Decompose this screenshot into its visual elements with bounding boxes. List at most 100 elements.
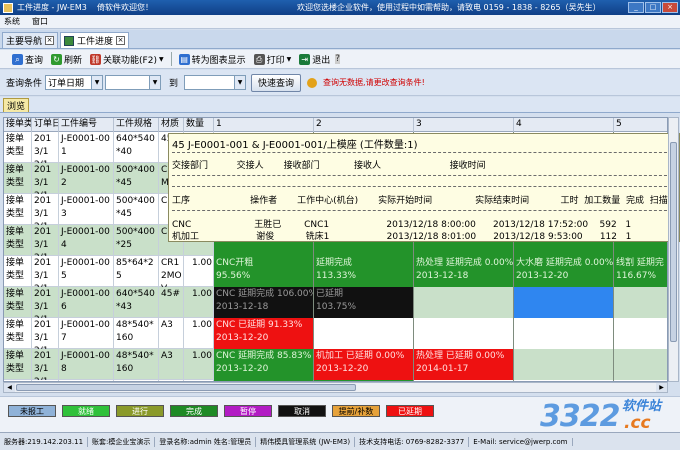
quick-search-label: 快速查询 bbox=[258, 79, 295, 89]
process-cell[interactable]: 大水磨 延期完成 0.00% 2013-12-20 bbox=[514, 256, 614, 287]
table-row[interactable]: 接单类型2013/12/1J-E0001-006640*540*4345#1.0… bbox=[4, 287, 667, 318]
process-date: 2013-12-20 bbox=[216, 333, 269, 343]
popup-header: 45 J-E0001-001 & J-E0001-001/上模座 (工件数量:1… bbox=[172, 140, 418, 151]
query-field-select[interactable]: 订单日期 ▼ bbox=[45, 75, 104, 90]
process-cell[interactable]: 机加工 已延期 0.00% 2013-12-20 bbox=[314, 349, 414, 380]
legend-item: 就绪 bbox=[62, 405, 110, 417]
grid-header-row: 接单类 订单日 工件编号 工件规格 材质 数量 1 2 3 4 5 bbox=[4, 118, 667, 132]
date-from-select[interactable]: ▼ bbox=[105, 75, 162, 90]
table-row[interactable]: 接单类型2013/12/1J-E0001-00748*540*160A31.00… bbox=[4, 318, 667, 349]
minimize-icon[interactable]: _ bbox=[628, 2, 644, 13]
column-header[interactable]: 5 bbox=[614, 118, 667, 132]
legend-item: 完成 bbox=[170, 405, 218, 417]
chevron-down-icon: ▼ bbox=[234, 76, 246, 89]
menu-item-window[interactable]: 窗口 bbox=[32, 16, 48, 27]
close-icon[interactable]: × bbox=[662, 2, 678, 13]
process-cell[interactable]: 已延期 103.75% bbox=[314, 287, 414, 318]
toolbar: ⌕ 查询 ↻ 刷新 ⛓ 关联功能(F2) ▼ ▤ 转为图表显示 ⎙ 打印 ▼ ⇥… bbox=[0, 50, 680, 69]
cell-no: J-E0001-003 bbox=[59, 194, 114, 225]
cell-spec: 500*400*25 bbox=[114, 225, 159, 256]
process-cell[interactable] bbox=[514, 349, 614, 380]
vertical-scrollbar[interactable] bbox=[668, 117, 679, 382]
cell-date: 2013/12/1 bbox=[32, 132, 59, 163]
tab-main-navigation[interactable]: 主要导航 × bbox=[2, 32, 59, 48]
scroll-left-icon[interactable]: ◀ bbox=[4, 383, 15, 392]
column-header[interactable]: 材质 bbox=[159, 118, 184, 132]
legend-item: 取消 bbox=[278, 405, 326, 417]
process-cell[interactable] bbox=[514, 287, 614, 318]
cell-no: J-E0001-007 bbox=[59, 318, 114, 349]
maximize-icon[interactable]: □ bbox=[645, 2, 661, 13]
cell-date: 2013/12/1 bbox=[32, 318, 59, 349]
process-date: 2013-12-18 bbox=[416, 271, 469, 281]
process-cell[interactable]: CNC开粗 95.56% bbox=[214, 256, 314, 287]
date-to-select[interactable]: ▼ bbox=[184, 75, 247, 90]
print-button[interactable]: ⎙ 打印 ▼ bbox=[251, 51, 295, 67]
site-watermark-logo: 3322 软件站 .cc bbox=[540, 393, 680, 437]
query-message: 查询无数据,请更改查询条件! bbox=[323, 78, 425, 87]
chevron-down-icon: ▼ bbox=[149, 76, 161, 89]
column-header[interactable]: 工件规格 bbox=[114, 118, 159, 132]
column-header[interactable]: 1 bbox=[214, 118, 314, 132]
quick-search-button[interactable]: 快速查询 bbox=[251, 73, 302, 92]
chart-view-button[interactable]: ▤ 转为图表显示 bbox=[176, 51, 249, 67]
horizontal-scrollbar[interactable]: ◀ ▶ bbox=[3, 382, 668, 393]
refresh-button[interactable]: ↻ 刷新 bbox=[48, 51, 85, 67]
process-cell[interactable]: 热处理 延期完成 0.00% 2013-12-18 bbox=[414, 256, 514, 287]
process-status: 延期完成 bbox=[316, 258, 353, 268]
column-header[interactable]: 数量 bbox=[184, 118, 214, 132]
search-button[interactable]: ⌕ 查询 bbox=[9, 51, 46, 67]
close-tab-icon[interactable]: × bbox=[45, 36, 55, 45]
help-icon[interactable]: ? bbox=[335, 54, 341, 64]
process-cell[interactable] bbox=[514, 318, 614, 349]
popup-handover-header: 交接部门 交接人 接收部门 接收人 接收时间 bbox=[172, 161, 486, 171]
cell-date: 2013/12/1 bbox=[32, 349, 59, 380]
process-status: CNC 延期完成 85.83% bbox=[216, 351, 312, 361]
process-cell[interactable] bbox=[614, 318, 667, 349]
column-header[interactable]: 订单日 bbox=[32, 118, 59, 132]
cell-no: J-E0001-002 bbox=[59, 163, 114, 194]
process-cell[interactable]: 延期完成 113.33% bbox=[314, 256, 414, 287]
cell-mat: A3 bbox=[159, 318, 184, 349]
search-icon: ⌕ bbox=[12, 53, 23, 65]
welcome-text: 倚软件欢迎您！ bbox=[97, 3, 153, 12]
table-row[interactable]: 接单类型2013/12/1J-E0001-00848*540*160A31.00… bbox=[4, 349, 667, 380]
table-row[interactable]: 接单类型2013/12/1J-E0001-00585*64*25CR12MOV1… bbox=[4, 256, 667, 287]
chevron-down-icon: ▼ bbox=[286, 55, 292, 63]
process-cell[interactable]: CNC 已延期 91.33% 2013-12-20 bbox=[214, 318, 314, 349]
scroll-thumb[interactable] bbox=[670, 142, 677, 342]
toolbar-separator bbox=[170, 52, 172, 66]
scroll-thumb[interactable] bbox=[16, 384, 356, 391]
process-cell[interactable]: CNC 延期完成 106.00% 2013-12-18 bbox=[214, 287, 314, 318]
menu-item-system[interactable]: 系统 bbox=[4, 16, 20, 27]
query-field-value: 订单日期 bbox=[48, 79, 85, 89]
chart-icon: ▤ bbox=[178, 53, 190, 65]
scroll-right-icon[interactable]: ▶ bbox=[656, 383, 667, 392]
cell-mat: 45# bbox=[159, 287, 184, 318]
tab-work-progress[interactable]: 工件进度 × bbox=[60, 32, 130, 48]
process-cell[interactable]: 热处理 已延期 0.00% 2014-01-17 bbox=[414, 349, 514, 380]
process-cell[interactable] bbox=[614, 349, 667, 380]
related-functions-button[interactable]: ⛓ 关联功能(F2) ▼ bbox=[87, 51, 167, 67]
column-header[interactable]: 接单类 bbox=[4, 118, 32, 132]
process-cell[interactable]: CNC 延期完成 85.83% 2013-12-20 bbox=[214, 349, 314, 380]
process-cell[interactable] bbox=[414, 318, 514, 349]
cell-date: 2013/12/1 bbox=[32, 256, 59, 287]
process-cell[interactable] bbox=[314, 318, 414, 349]
process-date: 2013-12-20 bbox=[316, 364, 369, 374]
cell-type: 接单类型 bbox=[4, 132, 32, 163]
watermark-main: 3322 bbox=[540, 399, 620, 434]
column-header[interactable]: 4 bbox=[514, 118, 614, 132]
process-status: 线割 延期完 bbox=[616, 258, 664, 268]
refresh-button-label: 刷新 bbox=[64, 55, 83, 66]
process-cell[interactable] bbox=[614, 287, 667, 318]
column-header[interactable]: 2 bbox=[314, 118, 414, 132]
column-header[interactable]: 工件编号 bbox=[59, 118, 114, 132]
exit-button[interactable]: ⇥ 退出 bbox=[296, 51, 333, 67]
tab-browse[interactable]: 浏览 bbox=[3, 98, 30, 112]
process-cell[interactable]: 线割 延期完 116.67% bbox=[614, 256, 667, 287]
close-tab-icon[interactable]: × bbox=[116, 36, 126, 45]
popup-process-row: 机加工 谢俊 铣床1 2013/12/18 8:01:00 2013/12/18… bbox=[172, 232, 680, 242]
column-header[interactable]: 3 bbox=[414, 118, 514, 132]
process-cell[interactable] bbox=[414, 287, 514, 318]
